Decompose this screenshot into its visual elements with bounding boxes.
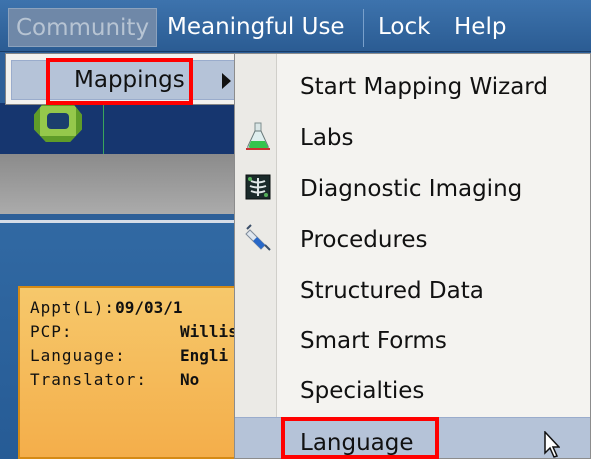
diagnostic-imaging-label: Diagnostic Imaging: [300, 176, 523, 202]
appointment-label: Appt(L):: [30, 298, 116, 317]
menu-separator: [363, 9, 364, 47]
mappings-label: Mappings: [74, 67, 185, 93]
translator-label: Translator:: [30, 370, 147, 389]
pcp-label: PCP:: [30, 322, 73, 341]
smart-forms-label: Smart Forms: [300, 328, 447, 354]
xray-icon: [245, 174, 271, 200]
language-label: Language:: [30, 346, 126, 365]
structured-data-label: Structured Data: [300, 278, 484, 304]
menu-bar: Community Meaningful Use Lock Help: [0, 0, 591, 52]
menu-item-smart-forms[interactable]: Smart Forms: [235, 316, 590, 366]
procedures-label: Procedures: [300, 227, 428, 253]
start-mapping-wizard-label: Start Mapping Wizard: [300, 74, 548, 100]
menu-item-labs[interactable]: Labs: [235, 113, 590, 163]
application-logo-icon: [34, 100, 82, 142]
menu-item-start-mapping-wizard[interactable]: Start Mapping Wizard: [235, 62, 590, 112]
appointment-date: 09/03/1: [115, 298, 183, 317]
pcp-row: PCP: Willis: [30, 322, 238, 342]
header-divider: [103, 103, 104, 155]
menu-item-structured-data[interactable]: Structured Data: [235, 266, 590, 316]
application-window: Appt(L):09/03/1 PCP: Willis Language: Engl…: [0, 0, 591, 459]
translator-row: Translator: No: [30, 370, 199, 390]
mouse-pointer-icon: [544, 431, 560, 458]
menu-community[interactable]: Community: [8, 8, 157, 47]
language-menu-label: Language: [300, 430, 414, 456]
labs-label: Labs: [300, 125, 354, 151]
menu-item-diagnostic-imaging[interactable]: Diagnostic Imaging: [235, 164, 590, 214]
language-value: Engli: [180, 346, 229, 365]
flask-icon: [246, 122, 270, 150]
syringe-icon: [245, 224, 271, 251]
pcp-value: Willis: [180, 322, 238, 341]
menu-item-procedures[interactable]: Procedures: [235, 215, 590, 265]
language-row: Language: Engli: [30, 346, 228, 366]
menu-item-specialties[interactable]: Specialties: [235, 366, 590, 416]
translator-value: No: [180, 370, 200, 389]
menu-item-language[interactable]: Language: [235, 417, 590, 458]
specialties-label: Specialties: [300, 378, 425, 404]
patient-info-card: Appt(L):09/03/1 PCP: Willis Language: Engl…: [18, 286, 248, 459]
submenu-arrow-icon: [222, 73, 231, 89]
appointment-row: Appt(L):09/03/1: [30, 298, 183, 318]
menu-lock[interactable]: Lock: [378, 8, 444, 47]
menu-help[interactable]: Help: [454, 8, 514, 47]
menu-meaningful-use[interactable]: Meaningful Use: [167, 8, 357, 47]
menu-item-mappings[interactable]: Mappings: [11, 60, 235, 100]
community-dropdown: Mappings: [5, 53, 238, 105]
mappings-submenu: Start Mapping Wizard Labs Diagnostic Ima…: [234, 53, 591, 459]
